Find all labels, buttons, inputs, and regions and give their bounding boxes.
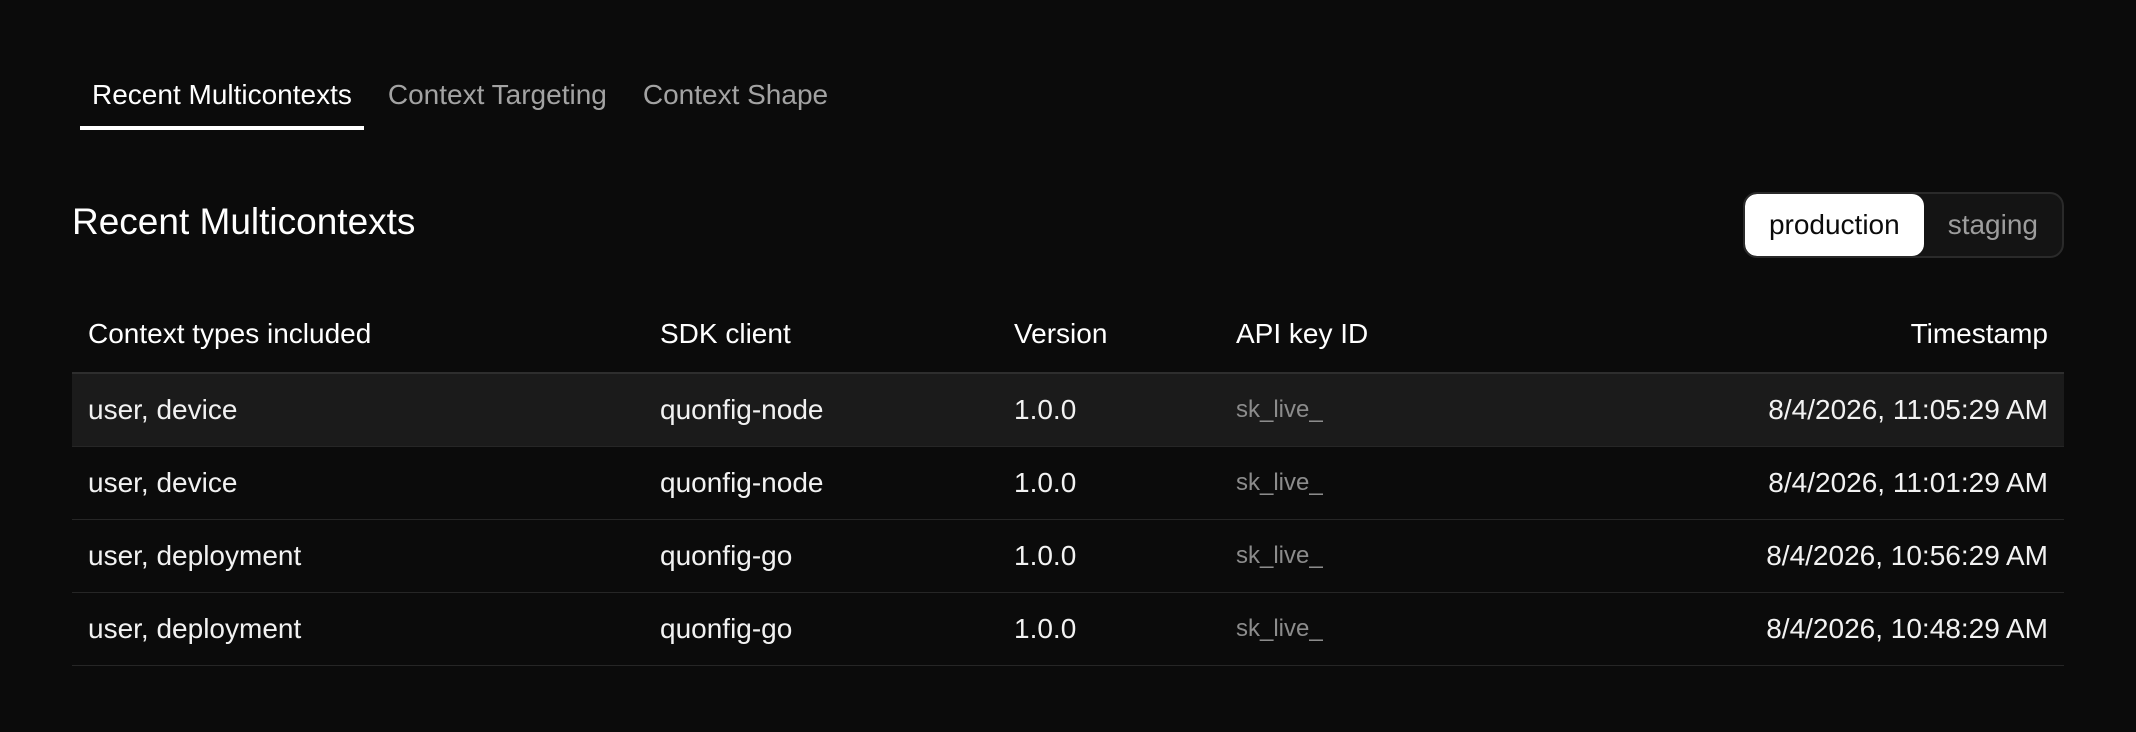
- cell-api-key-id: sk_live_: [1220, 592, 1672, 666]
- tab-context-targeting[interactable]: Context Targeting: [376, 78, 619, 130]
- cell-sdk-client: quonfig-go: [644, 519, 998, 593]
- tab-bar: Recent Multicontexts Context Targeting C…: [80, 60, 852, 130]
- table-row[interactable]: user, device quonfig-node 1.0.0 sk_live_…: [72, 373, 2064, 447]
- cell-version: 1.0.0: [998, 446, 1220, 520]
- cell-version: 1.0.0: [998, 592, 1220, 666]
- cell-timestamp: 8/4/2026, 11:05:29 AM: [1672, 373, 2064, 447]
- cell-context-types: user, deployment: [72, 519, 644, 593]
- table-row[interactable]: user, device quonfig-node 1.0.0 sk_live_…: [72, 446, 2064, 520]
- table-row[interactable]: user, deployment quonfig-go 1.0.0 sk_liv…: [72, 592, 2064, 666]
- cell-sdk-client: quonfig-go: [644, 592, 998, 666]
- cell-sdk-client: quonfig-node: [644, 373, 998, 447]
- header-api-key-id: API key ID: [1220, 296, 1672, 374]
- cell-context-types: user, deployment: [72, 592, 644, 666]
- section-title: Recent Multicontexts: [72, 201, 416, 242]
- header-sdk-client: SDK client: [644, 296, 998, 374]
- header-version: Version: [998, 296, 1220, 374]
- environment-toggle: production staging: [1742, 192, 2064, 258]
- cell-timestamp: 8/4/2026, 10:48:29 AM: [1672, 592, 2064, 666]
- env-production-button[interactable]: production: [1744, 194, 1924, 256]
- table-header-row: Context types included SDK client Versio…: [72, 296, 2064, 374]
- tab-context-shape[interactable]: Context Shape: [631, 78, 840, 130]
- header-timestamp: Timestamp: [1672, 296, 2064, 374]
- tab-recent-multicontexts[interactable]: Recent Multicontexts: [80, 78, 364, 130]
- cell-api-key-id: sk_live_: [1220, 446, 1672, 520]
- cell-version: 1.0.0: [998, 519, 1220, 593]
- cell-context-types: user, device: [72, 446, 644, 520]
- cell-context-types: user, device: [72, 373, 644, 447]
- cell-api-key-id: sk_live_: [1220, 519, 1672, 593]
- cell-timestamp: 8/4/2026, 11:01:29 AM: [1672, 446, 2064, 520]
- cell-timestamp: 8/4/2026, 10:56:29 AM: [1672, 519, 2064, 593]
- multicontexts-table: Context types included SDK client Versio…: [72, 296, 2064, 666]
- cell-api-key-id: sk_live_: [1220, 373, 1672, 447]
- cell-version: 1.0.0: [998, 373, 1220, 447]
- table-row[interactable]: user, deployment quonfig-go 1.0.0 sk_liv…: [72, 519, 2064, 593]
- header-context-types: Context types included: [72, 296, 644, 374]
- cell-sdk-client: quonfig-node: [644, 446, 998, 520]
- env-staging-button[interactable]: staging: [1924, 194, 2062, 256]
